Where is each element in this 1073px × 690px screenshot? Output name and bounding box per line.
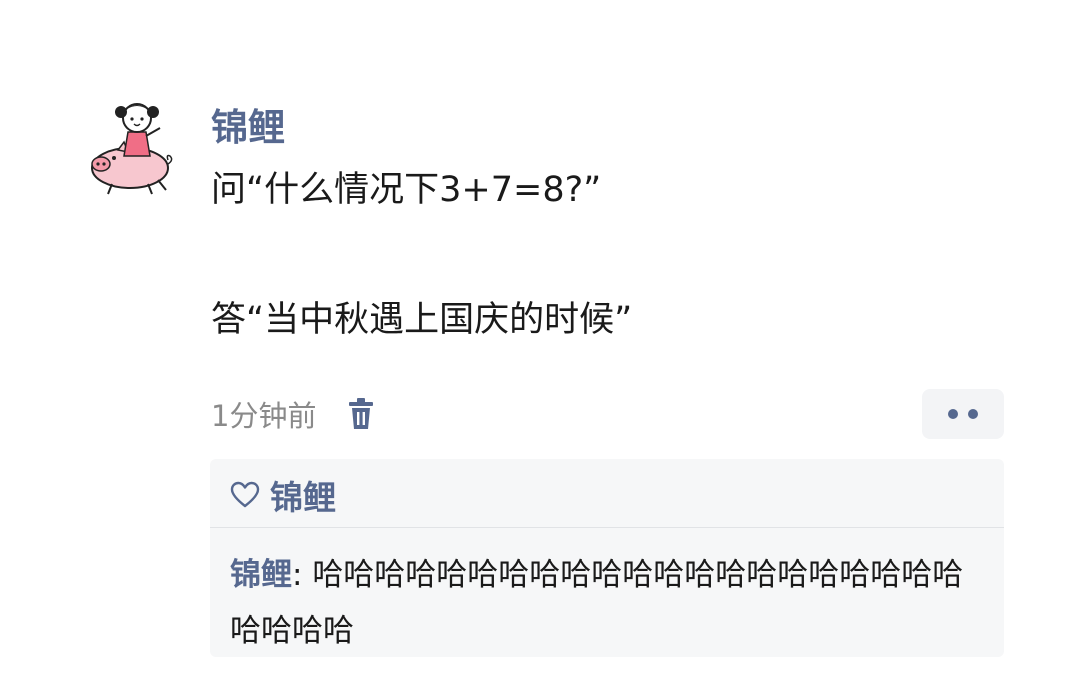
moments-post: 锦鲤 问“什么情况下3+7=8?” 答“当中秋遇上国庆的时候” 1分钟前 锦鲤	[0, 0, 1073, 690]
likes-row: 锦鲤	[230, 473, 336, 517]
likes-comments-divider	[210, 527, 1004, 528]
post-timestamp: 1分钟前	[211, 399, 317, 433]
comment-author-name[interactable]: 锦鲤	[230, 557, 292, 593]
interaction-panel: 锦鲤 锦鲤: 哈哈哈哈哈哈哈哈哈哈哈哈哈哈哈哈哈哈哈哈哈哈哈哈哈	[210, 459, 1004, 657]
liker-name[interactable]: 锦鲤	[270, 471, 336, 519]
comment-separator: :	[292, 557, 313, 593]
girl-riding-pig-avatar-icon	[91, 103, 173, 195]
post-question-text: 问“什么情况下3+7=8?”	[211, 170, 602, 210]
more-dots-icon	[948, 409, 958, 419]
comment-item[interactable]: 锦鲤: 哈哈哈哈哈哈哈哈哈哈哈哈哈哈哈哈哈哈哈哈哈哈哈哈哈	[230, 547, 970, 659]
post-answer-text: 答“当中秋遇上国庆的时候”	[211, 300, 633, 340]
more-dots-icon-dot	[968, 409, 978, 419]
trash-icon	[349, 398, 374, 429]
delete-button[interactable]	[346, 396, 376, 432]
avatar[interactable]	[88, 98, 174, 196]
more-actions-button[interactable]	[922, 389, 1004, 439]
comment-text: 哈哈哈哈哈哈哈哈哈哈哈哈哈哈哈哈哈哈哈哈哈哈哈哈哈	[230, 557, 964, 649]
post-author-name[interactable]: 锦鲤	[211, 104, 285, 152]
post-meta-row: 1分钟前	[211, 392, 376, 436]
heart-outline-icon	[230, 481, 260, 508]
